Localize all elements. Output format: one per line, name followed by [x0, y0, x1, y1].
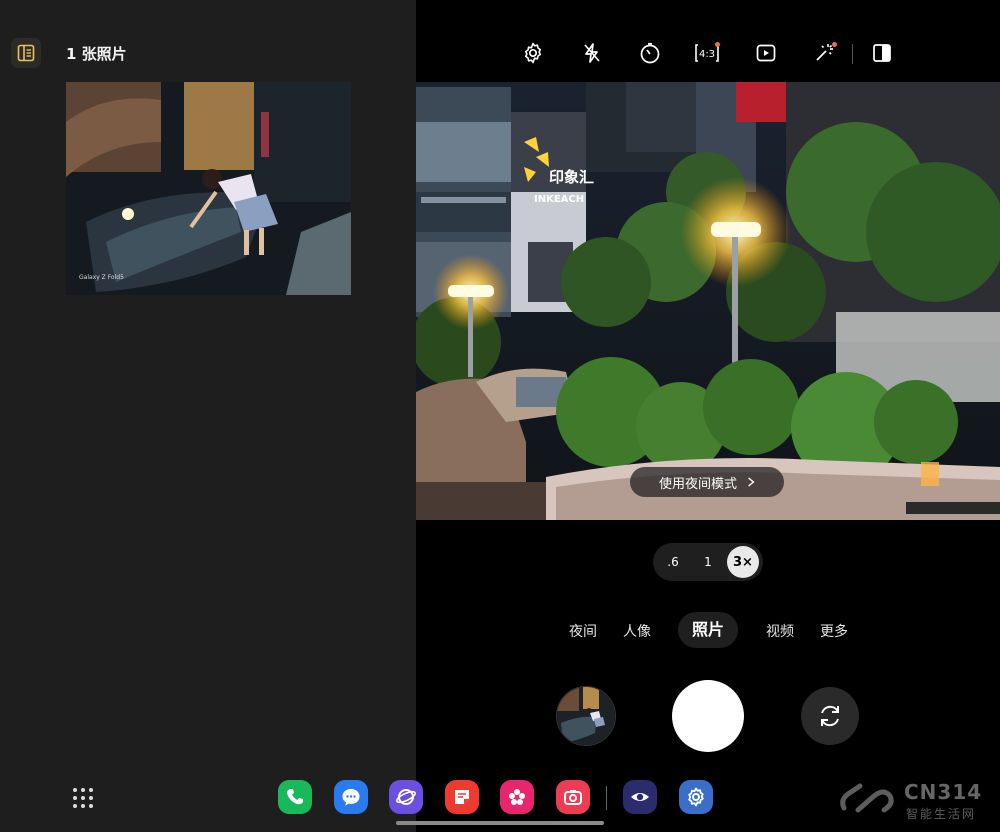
- thumbnail-image: [66, 82, 351, 295]
- side-panel-icon: [17, 44, 35, 62]
- mode-photo[interactable]: 照片: [678, 612, 739, 648]
- eye-icon[interactable]: [623, 780, 657, 814]
- flash-off-icon[interactable]: [579, 40, 605, 66]
- split-view-icon[interactable]: [869, 40, 895, 66]
- watermark-title: CN314: [904, 780, 983, 804]
- motion-photo-icon[interactable]: [753, 40, 779, 66]
- mode-more[interactable]: 更多: [820, 621, 848, 641]
- last-photo-thumbnail: [557, 687, 615, 745]
- filter-effects-icon[interactable]: [811, 40, 837, 66]
- aspect-ratio-label: 4:3: [699, 49, 715, 60]
- photo-count-label: 1 张照片: [66, 45, 127, 63]
- messages-icon[interactable]: [334, 780, 368, 814]
- thumbnail-caption: Galaxy Z Fold5: [79, 274, 124, 281]
- zoom-option-1[interactable]: 1: [692, 546, 724, 578]
- notes-icon[interactable]: [445, 780, 479, 814]
- flip-camera-icon: [821, 705, 839, 727]
- toolbar-divider: [852, 44, 853, 64]
- timer-icon[interactable]: [637, 40, 663, 66]
- shutter-button[interactable]: [672, 680, 744, 752]
- zoom-selector: .6 1 3×: [653, 543, 763, 581]
- watermark-subtitle: 智能生活网: [906, 807, 977, 821]
- camera-toolbar: 4:3: [416, 36, 1000, 70]
- switch-camera-button[interactable]: [801, 687, 859, 745]
- site-watermark: CN314 智能生活网: [838, 780, 988, 824]
- home-indicator[interactable]: [396, 821, 604, 825]
- night-mode-suggestion-label: 使用夜间模式: [658, 476, 737, 492]
- aspect-ratio-icon[interactable]: 4:3: [694, 40, 720, 66]
- internet-icon[interactable]: [389, 780, 423, 814]
- app-drawer-icon[interactable]: [71, 786, 95, 810]
- settings-icon[interactable]: [679, 780, 713, 814]
- flower-icon[interactable]: [500, 780, 534, 814]
- mode-night[interactable]: 夜间: [569, 621, 597, 641]
- new-badge-dot: [832, 42, 837, 47]
- viewfinder-scene: 印象汇 INKEACH: [416, 82, 1000, 520]
- new-badge-dot: [715, 42, 720, 47]
- mode-video[interactable]: 视频: [766, 621, 794, 641]
- mode-portrait[interactable]: 人像: [623, 621, 651, 641]
- zoom-option-0-6[interactable]: .6: [657, 546, 689, 578]
- last-photo-preview[interactable]: [556, 686, 616, 746]
- camera-icon[interactable]: [556, 780, 590, 814]
- settings-icon[interactable]: [520, 40, 546, 66]
- camera-mode-selector: 夜间 人像 照片 视频 更多: [416, 612, 1000, 648]
- camera-panel: 4:3 印象汇 INKEACH 使用夜间模式 .6 1 3× 夜间 人像 照片 …: [416, 0, 1000, 832]
- building-sign-latin: INKEACH: [534, 194, 584, 205]
- taskbar-divider: [606, 786, 607, 810]
- gallery-panel: 1 张照片 Galaxy Z Fold5: [0, 0, 416, 832]
- night-mode-suggestion[interactable]: 使用夜间模式: [630, 467, 784, 497]
- watermark-logo: [840, 783, 894, 813]
- phone-icon[interactable]: [278, 780, 312, 814]
- camera-viewfinder[interactable]: 印象汇 INKEACH 使用夜间模式: [416, 82, 1000, 520]
- panel-toggle-button[interactable]: [11, 38, 41, 68]
- photo-thumbnail[interactable]: Galaxy Z Fold5: [66, 82, 351, 295]
- taskbar: CN314 智能生活网: [0, 772, 1000, 832]
- zoom-option-3[interactable]: 3×: [727, 546, 759, 578]
- chevron-right-icon: [748, 477, 755, 487]
